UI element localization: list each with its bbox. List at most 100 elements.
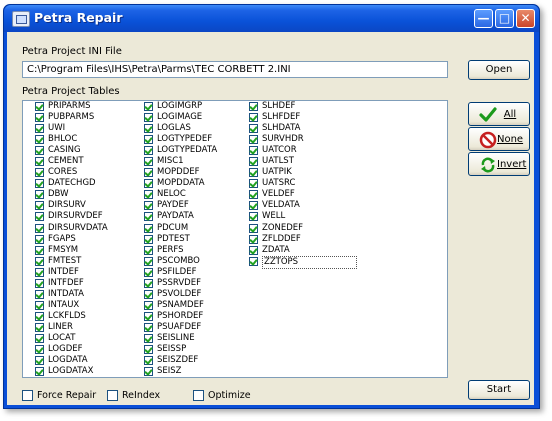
table-list-item[interactable]: LOGLAS xyxy=(144,123,252,134)
checked-checkbox-icon[interactable] xyxy=(35,256,44,266)
checked-checkbox-icon[interactable] xyxy=(249,245,258,255)
optimize-box[interactable] xyxy=(193,390,204,401)
checked-checkbox-icon[interactable] xyxy=(35,300,44,310)
table-list-item[interactable]: LOGTYPEDATA xyxy=(144,145,252,156)
checked-checkbox-icon[interactable] xyxy=(35,278,44,288)
table-list-item[interactable]: ZFLDDEF xyxy=(249,234,357,245)
checked-checkbox-icon[interactable] xyxy=(144,256,153,266)
checked-checkbox-icon[interactable] xyxy=(144,333,153,343)
title-bar[interactable]: Petra Repair — □ ✕ xyxy=(4,5,539,32)
table-list-item[interactable]: LCKFLDS xyxy=(35,311,143,322)
table-list-item[interactable]: LINER xyxy=(35,322,143,333)
checked-checkbox-icon[interactable] xyxy=(35,124,44,134)
checked-checkbox-icon[interactable] xyxy=(144,267,153,277)
table-list-item[interactable]: SEISSP xyxy=(144,344,252,355)
table-list-item[interactable]: FMSYM xyxy=(35,245,143,256)
table-list-item[interactable]: ZONEDEF xyxy=(249,223,357,234)
checked-checkbox-icon[interactable] xyxy=(144,311,153,321)
checked-checkbox-icon[interactable] xyxy=(144,322,153,332)
checked-checkbox-icon[interactable] xyxy=(144,113,153,123)
table-list-item[interactable]: UATPIK xyxy=(249,167,357,178)
table-list-item[interactable]: LOGTYPEDEF xyxy=(144,134,252,145)
table-list-item[interactable]: SEISZ xyxy=(144,366,252,377)
checked-checkbox-icon[interactable] xyxy=(35,245,44,255)
table-list-item[interactable]: DIRSURVDATA xyxy=(35,223,143,234)
checked-checkbox-icon[interactable] xyxy=(144,135,153,145)
checked-checkbox-icon[interactable] xyxy=(35,102,44,111)
table-list-item[interactable]: SEISZDEF xyxy=(144,355,252,366)
checked-checkbox-icon[interactable] xyxy=(144,212,153,222)
table-list-item[interactable]: LOCAT xyxy=(35,333,143,344)
checked-checkbox-icon[interactable] xyxy=(249,146,258,156)
checked-checkbox-icon[interactable] xyxy=(35,157,44,167)
table-list-item[interactable]: BHLOC xyxy=(35,134,143,145)
table-list-item[interactable]: INTFDEF xyxy=(35,278,143,289)
table-list-item[interactable]: LOGDEFSC xyxy=(35,377,143,378)
checked-checkbox-icon[interactable] xyxy=(144,245,153,255)
table-list-item[interactable]: WELL xyxy=(249,211,357,222)
checked-checkbox-icon[interactable] xyxy=(35,135,44,145)
checked-checkbox-icon[interactable] xyxy=(249,157,258,167)
table-list-item[interactable]: LOGDATA xyxy=(35,355,143,366)
checked-checkbox-icon[interactable] xyxy=(144,168,153,178)
table-list-item[interactable]: LOGDATAX xyxy=(35,366,143,377)
table-list-item[interactable]: MISC1 xyxy=(144,156,252,167)
checked-checkbox-icon[interactable] xyxy=(144,234,153,244)
checked-checkbox-icon[interactable] xyxy=(144,179,153,189)
checked-checkbox-icon[interactable] xyxy=(144,345,153,355)
checked-checkbox-icon[interactable] xyxy=(249,135,258,145)
table-list-item[interactable]: SLHFDEF xyxy=(249,112,357,123)
table-list-item[interactable]: PSSRVDEF xyxy=(144,278,252,289)
checked-checkbox-icon[interactable] xyxy=(35,190,44,200)
table-list-item[interactable]: INTAUX xyxy=(35,300,143,311)
checked-checkbox-icon[interactable] xyxy=(144,289,153,299)
checked-checkbox-icon[interactable] xyxy=(144,190,153,200)
table-list-item[interactable]: DIRSURV xyxy=(35,200,143,211)
checked-checkbox-icon[interactable] xyxy=(35,345,44,355)
table-list-item[interactable]: DIRSURVDEF xyxy=(35,211,143,222)
table-list-item[interactable]: PAYDATA xyxy=(144,211,252,222)
checked-checkbox-icon[interactable] xyxy=(144,157,153,167)
checked-checkbox-icon[interactable] xyxy=(249,190,258,200)
table-list-item[interactable]: PSHORDEF xyxy=(144,311,252,322)
checked-checkbox-icon[interactable] xyxy=(35,367,44,377)
table-list-item[interactable]: SHOWS xyxy=(144,377,252,378)
checked-checkbox-icon[interactable] xyxy=(144,124,153,134)
force-repair-box[interactable] xyxy=(22,390,33,401)
table-list-item[interactable]: VELDEF xyxy=(249,189,357,200)
table-list-item[interactable]: UATLST xyxy=(249,156,357,167)
table-list-item[interactable]: UATSRC xyxy=(249,178,357,189)
checked-checkbox-icon[interactable] xyxy=(35,234,44,244)
checked-checkbox-icon[interactable] xyxy=(35,179,44,189)
checked-checkbox-icon[interactable] xyxy=(144,146,153,156)
checked-checkbox-icon[interactable] xyxy=(249,201,258,211)
ini-path-field[interactable]: C:\Program Files\IHS\Petra\Parms\TEC COR… xyxy=(22,61,448,78)
table-list-item[interactable]: UATCOR xyxy=(249,145,357,156)
table-list-item[interactable]: CORES xyxy=(35,167,143,178)
invert-selection-button[interactable]: Invert xyxy=(468,152,530,176)
checked-checkbox-icon[interactable] xyxy=(35,168,44,178)
table-list-item[interactable]: PSCOMBO xyxy=(144,256,252,267)
table-list-item[interactable]: FGAPS xyxy=(35,234,143,245)
table-list-item[interactable]: PUBPARMS xyxy=(35,112,143,123)
checked-checkbox-icon[interactable] xyxy=(35,201,44,211)
checked-checkbox-icon[interactable] xyxy=(35,212,44,222)
open-button[interactable]: Open xyxy=(468,60,530,80)
close-button[interactable]: ✕ xyxy=(516,9,535,28)
select-none-button[interactable]: None xyxy=(468,127,530,151)
minimize-button[interactable]: — xyxy=(474,9,493,28)
table-list-item[interactable]: LOGIMAGE xyxy=(144,112,252,123)
table-list-item[interactable]: CASING xyxy=(35,145,143,156)
checked-checkbox-icon[interactable] xyxy=(35,146,44,156)
checked-checkbox-icon[interactable] xyxy=(35,223,44,233)
checked-checkbox-icon[interactable] xyxy=(144,201,153,211)
select-all-button[interactable]: All xyxy=(468,102,530,126)
table-list-item[interactable]: DATECHGD xyxy=(35,178,143,189)
table-list-item[interactable]: PRIPARMS xyxy=(35,101,143,112)
table-list-item[interactable]: PDCUM xyxy=(144,223,252,234)
table-list-item[interactable]: PSVOLDEF xyxy=(144,289,252,300)
checked-checkbox-icon[interactable] xyxy=(144,356,153,366)
table-list-item[interactable]: SEISLINE xyxy=(144,333,252,344)
table-list-item[interactable]: LOGDEF xyxy=(35,344,143,355)
checked-checkbox-icon[interactable] xyxy=(144,278,153,288)
